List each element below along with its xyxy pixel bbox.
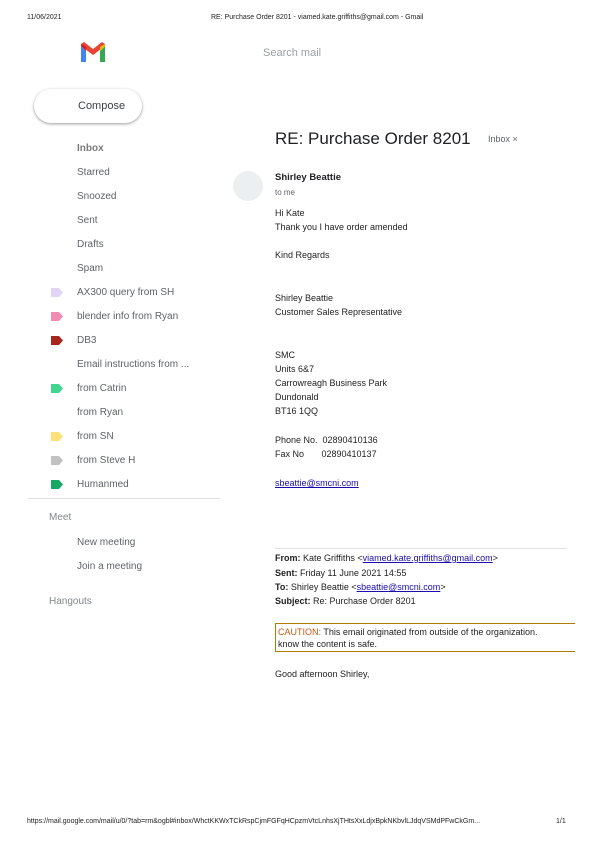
quoted-from-email-link[interactable]: viamed.kate.griffiths@gmail.com <box>363 553 493 563</box>
fax-number: Fax No 02890410137 <box>275 449 377 459</box>
sidebar-item-from-sn[interactable]: from SN <box>77 431 114 442</box>
external-email-caution-banner: CAUTION: This email originated from outs… <box>275 623 575 652</box>
sidebar-item-from-steve-h[interactable]: from Steve H <box>77 455 135 466</box>
recipient-line[interactable]: to me <box>275 188 295 197</box>
signature-name: Shirley Beattie <box>275 293 334 303</box>
label-tag-icon <box>51 288 63 297</box>
inbox-label-chip[interactable]: Inbox × <box>488 134 518 144</box>
quoted-to-name: Shirley Beattie < <box>290 582 357 592</box>
label-tag-icon <box>51 432 63 441</box>
quoted-sent: Sent: Friday 11 June 2021 14:55 <box>275 568 406 578</box>
email-regards: Kind Regards <box>275 250 330 260</box>
search-input[interactable]: Search mail <box>263 47 321 59</box>
sender-name[interactable]: Shirley Beattie <box>275 172 341 183</box>
quoted-from-label: From: <box>275 553 301 563</box>
address-line: BT16 1QQ <box>275 406 319 416</box>
email-line: Thank you I have order amended <box>275 222 408 232</box>
caution-word: CAUTION: <box>278 627 322 637</box>
quoted-to-end: > <box>440 582 446 592</box>
address-line: Dundonald <box>275 392 319 402</box>
gmail-logo-icon[interactable] <box>79 42 107 64</box>
print-title: RE: Purchase Order 8201 - viamed.kate.gr… <box>211 14 424 21</box>
sidebar-divider <box>28 498 220 499</box>
meet-heading: Meet <box>49 512 72 523</box>
quoted-sent-label: Sent: <box>275 568 298 578</box>
sidebar-item-from-catrin[interactable]: from Catrin <box>77 383 126 394</box>
email-subject: RE: Purchase Order 8201 <box>275 129 471 148</box>
sidebar-item-from-ryan[interactable]: from Ryan <box>77 407 123 418</box>
label-tag-icon <box>51 336 63 345</box>
quoted-subject-value: Re: Purchase Order 8201 <box>313 596 416 606</box>
quoted-to: To: Shirley Beattie <sbeattie@smcni.com> <box>275 582 446 592</box>
address-line: Carrowreagh Business Park <box>275 378 388 388</box>
print-url: https://mail.google.com/mail/u/0/?tab=rm… <box>27 818 481 825</box>
sidebar-item-snoozed[interactable]: Snoozed <box>77 191 116 202</box>
sidebar-item-db3[interactable]: DB3 <box>77 335 96 346</box>
sidebar-item-blender-info[interactable]: blender info from Ryan <box>77 311 178 322</box>
new-meeting-link[interactable]: New meeting <box>77 537 135 548</box>
quoted-from: From: Kate Griffiths <viamed.kate.griffi… <box>275 553 498 563</box>
quoted-subject: Subject: Re: Purchase Order 8201 <box>275 596 416 606</box>
join-meeting-link[interactable]: Join a meeting <box>77 561 142 572</box>
label-tag-icon <box>51 384 63 393</box>
signature-title: Customer Sales Representative <box>275 307 403 317</box>
label-tag-icon <box>51 456 63 465</box>
compose-button[interactable]: Compose <box>34 89 142 123</box>
phone-number: Phone No. 02890410136 <box>275 435 378 445</box>
quoted-from-name: Kate Griffiths < <box>303 553 363 563</box>
quoted-greeting: Good afternoon Shirley, <box>275 669 370 679</box>
sidebar-item-ax300-query[interactable]: AX300 query from SH <box>77 287 174 298</box>
caution-text: This email originated from outside of th… <box>321 627 538 637</box>
label-tag-icon <box>51 312 63 321</box>
sender-avatar <box>233 171 263 201</box>
quoted-from-end: > <box>492 553 498 563</box>
sidebar-item-sent[interactable]: Sent <box>77 215 98 226</box>
sidebar-item-inbox[interactable]: Inbox <box>77 143 104 154</box>
signature-email-link[interactable]: sbeattie@smcni.com <box>275 478 359 488</box>
sidebar-item-starred[interactable]: Starred <box>77 167 110 178</box>
label-tag-icon <box>51 480 63 489</box>
sidebar-item-drafts[interactable]: Drafts <box>77 239 104 250</box>
print-date: 11/06/2021 <box>27 14 62 21</box>
signature-company: SMC <box>275 350 295 360</box>
sidebar-item-email-instructions[interactable]: Email instructions from ... <box>77 359 189 370</box>
quoted-to-email-link[interactable]: sbeattie@smcni.com <box>357 582 441 592</box>
quoted-subject-label: Subject: <box>275 596 311 606</box>
quoted-to-label: To: <box>275 582 289 592</box>
caution-text-2: know the content is safe. <box>278 639 378 649</box>
hangouts-heading: Hangouts <box>49 596 92 607</box>
sidebar-item-humanmed[interactable]: Humanmed <box>77 479 129 490</box>
sidebar-item-spam[interactable]: Spam <box>77 263 103 274</box>
quoted-sent-value: Friday 11 June 2021 14:55 <box>300 568 407 578</box>
compose-label: Compose <box>78 100 126 112</box>
email-greeting: Hi Kate <box>275 208 305 218</box>
address-line: Units 6&7 <box>275 364 315 374</box>
print-page-number: 1/1 <box>556 818 566 825</box>
quoted-separator <box>275 548 567 549</box>
